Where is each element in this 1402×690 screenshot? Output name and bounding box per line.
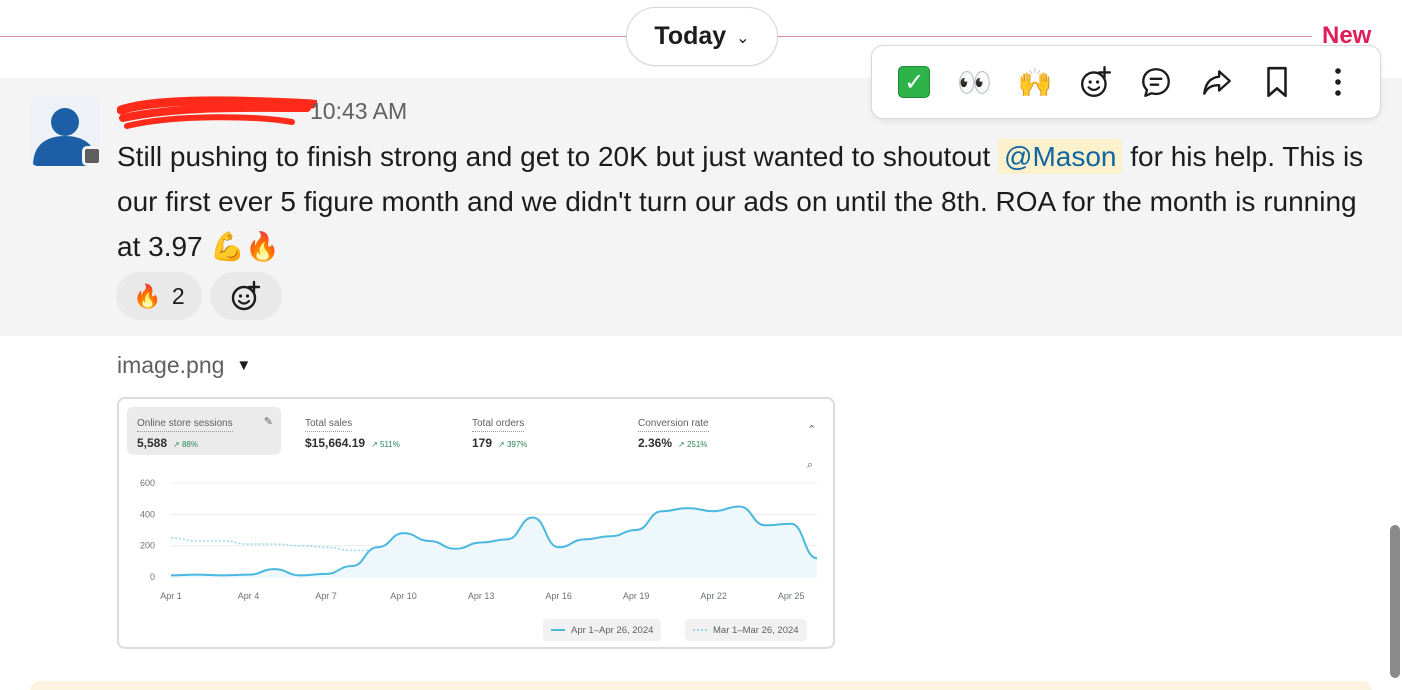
add-reaction-toolbar-button[interactable]: [1074, 60, 1118, 104]
y-tick-label: 600: [140, 478, 155, 488]
message-text-part: Still pushing to finish strong and get t…: [117, 141, 999, 172]
y-tick-label: 0: [150, 572, 155, 582]
pencil-icon: ✎: [263, 416, 273, 428]
y-tick-label: 400: [140, 509, 155, 519]
scrollbar-thumb[interactable]: [1390, 525, 1400, 678]
metric-change: ↗ 251%: [678, 440, 708, 449]
attachment-image[interactable]: Online store sessions ✎ 5,588 ↗ 88% Tota…: [117, 397, 835, 649]
message-actions-toolbar: ✓ 👀 🙌: [871, 45, 1381, 119]
forward-arrow-icon: [1202, 70, 1231, 95]
x-tick-label: Apr 22: [700, 591, 727, 601]
flexed-biceps-fire-emoji: 💪🔥: [210, 231, 281, 262]
react-completed-button[interactable]: ✓: [892, 60, 936, 104]
check-mark-button-icon: ✓: [898, 66, 931, 98]
metric-value: 2.36%: [638, 436, 673, 450]
bookmark-icon: [1267, 66, 1288, 98]
x-tick-label: Apr 4: [238, 591, 260, 601]
x-tick-label: Apr 16: [545, 591, 572, 601]
attachment-file-name: image.png: [117, 352, 225, 378]
legend-label: Apr 1–Apr 26, 2024: [571, 624, 654, 636]
x-tick-label: Apr 19: [623, 591, 650, 601]
metric-value: 179: [472, 436, 493, 450]
date-label: Today: [654, 22, 727, 50]
fire-icon: 🔥: [133, 282, 162, 309]
metric-label: Conversion rate: [638, 417, 709, 432]
metric-change: ↗ 397%: [498, 440, 528, 449]
metric-total-sales: Total sales $15,664.19 ↗ 511%: [295, 407, 445, 455]
metric-value: 5,588: [137, 436, 168, 450]
legend-item-previous: Mar 1–Mar 26, 2024: [685, 619, 807, 641]
x-tick-label: Apr 13: [468, 591, 495, 601]
metric-label: Total sales: [305, 417, 353, 432]
x-tick-label: Apr 25: [778, 591, 805, 601]
chevron-down-icon: ⌄: [736, 29, 750, 47]
date-jump-button[interactable]: Today ⌄: [626, 7, 778, 66]
attachment-title[interactable]: image.png ▼: [117, 352, 251, 379]
y-tick-label: 200: [140, 541, 155, 551]
legend-dotted-swatch: [693, 629, 707, 631]
legend-item-current: Apr 1–Apr 26, 2024: [543, 619, 662, 641]
thread-icon: [1142, 68, 1171, 97]
add-emoji-icon: [1080, 65, 1111, 97]
metric-conversion-rate: Conversion rate 2.36% ↗ 251%: [628, 407, 778, 455]
add-reaction-button[interactable]: [210, 272, 282, 320]
metric-total-orders: Total orders 179 ↗ 397%: [462, 407, 612, 455]
user-mention[interactable]: @Mason: [998, 139, 1123, 174]
caret-down-icon[interactable]: ▼: [236, 357, 251, 374]
legend-label: Mar 1–Mar 26, 2024: [713, 624, 799, 636]
unread-divider-line-right: [778, 36, 1312, 37]
forward-message-button[interactable]: [1195, 60, 1239, 104]
slack-channel-view: Today ⌄ New 10:43 AM Still pushing to fi…: [0, 0, 1402, 690]
redaction-scribble: [117, 96, 317, 129]
metric-value: $15,664.19: [305, 436, 366, 450]
message-timestamp[interactable]: 10:43 AM: [310, 98, 407, 125]
x-tick-label: Apr 1: [160, 591, 182, 601]
presence-indicator: [82, 146, 102, 166]
metric-label: Online store sessions: [137, 417, 233, 432]
metric-sessions: Online store sessions ✎ 5,588 ↗ 88%: [127, 407, 281, 455]
message-body: Still pushing to finish strong and get t…: [117, 134, 1367, 269]
x-tick-label: Apr 10: [390, 591, 417, 601]
metric-change: ↗ 511%: [371, 440, 400, 449]
unread-divider-line-left: [0, 36, 628, 37]
eyes-icon: 👀: [957, 66, 993, 98]
reaction-fire[interactable]: 🔥 2: [116, 272, 202, 320]
more-actions-button[interactable]: [1316, 60, 1360, 104]
reaction-count: 2: [171, 282, 185, 309]
legend-solid-swatch: [551, 629, 565, 631]
next-message-preview: [30, 681, 1372, 690]
more-vertical-icon: [1334, 68, 1341, 96]
metric-label: Total orders: [472, 417, 525, 432]
reply-in-thread-button[interactable]: [1134, 60, 1178, 104]
react-raised-hands-button[interactable]: 🙌: [1013, 60, 1057, 104]
x-tick-label: Apr 7: [315, 591, 337, 601]
add-emoji-icon: [231, 280, 261, 311]
chevron-up-icon: ⌃: [807, 424, 817, 436]
metric-change: ↗ 88%: [173, 440, 198, 449]
save-for-later-button[interactable]: [1255, 60, 1299, 104]
react-eyes-button[interactable]: 👀: [953, 60, 997, 104]
raised-hands-icon: 🙌: [1017, 66, 1053, 98]
